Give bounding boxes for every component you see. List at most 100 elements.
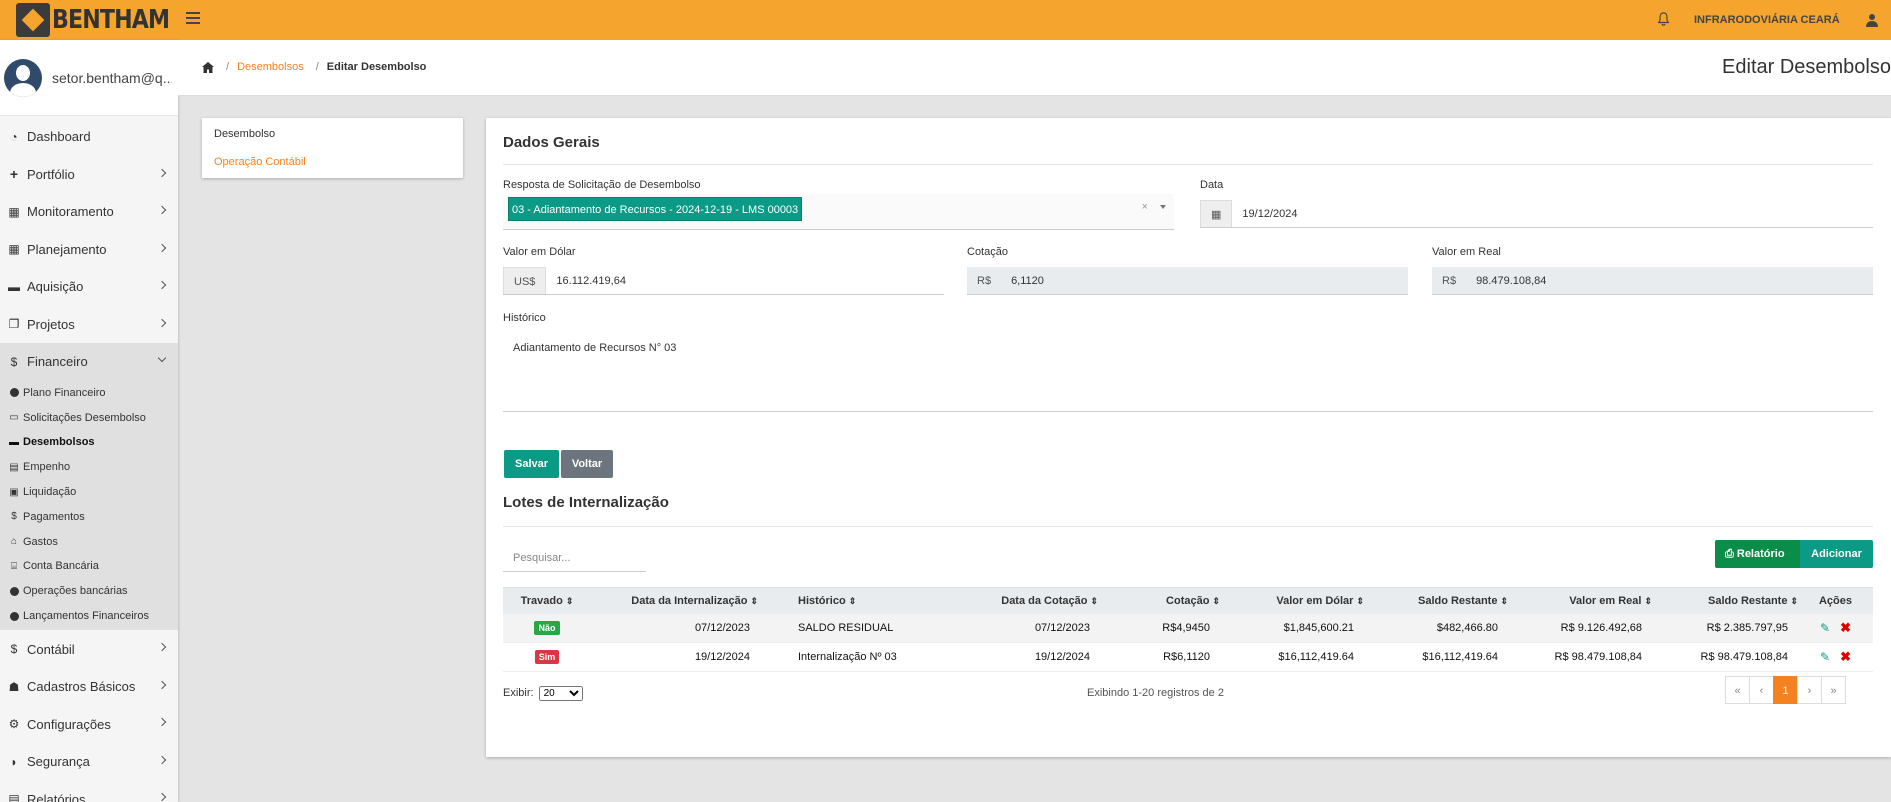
sidebar-subitem-lancamentos[interactable]: Lançamentos Financeiros: [0, 604, 178, 629]
gears-icon: ⚙: [8, 717, 20, 732]
caret-down-icon[interactable]: [1160, 205, 1166, 209]
pagination: « ‹ 1 › »: [1725, 676, 1846, 704]
historico-label: Histórico: [503, 312, 546, 324]
bell-icon[interactable]: [1657, 12, 1670, 26]
chevron-right-icon: [157, 168, 167, 177]
chevron-right-icon: [157, 243, 167, 252]
sidebar-subitem-plano-financeiro[interactable]: Plano Financeiro: [0, 381, 178, 406]
plus-icon: +: [9, 166, 19, 183]
sidebar-subitem-desembolsos[interactable]: ▬ Desembolsos: [0, 430, 178, 455]
sidebar-item-configuracoes[interactable]: ⚙ Configurações: [0, 705, 178, 743]
pager-prev[interactable]: ‹: [1749, 676, 1774, 704]
delete-icon[interactable]: ✖: [1840, 649, 1851, 664]
col-cotacao[interactable]: Cotação ⇕: [1098, 587, 1220, 614]
col-historico[interactable]: Histórico ⇕: [758, 587, 958, 614]
relatorio-button[interactable]: ⎙ Relatório: [1715, 540, 1800, 568]
user-icon[interactable]: [1866, 13, 1878, 27]
sidebar-subitem-gastos[interactable]: ⌂ Gastos: [0, 529, 178, 554]
back-button[interactable]: Voltar: [561, 450, 613, 478]
dollar-icon: $: [11, 511, 17, 523]
status-badge: Não: [534, 620, 560, 635]
cotacao-label: Cotação: [967, 246, 1008, 258]
selected-tag[interactable]: 03 - Adiantamento de Recursos - 2024-12-…: [508, 197, 803, 221]
user-profile[interactable]: setor.bentham@q...: [0, 40, 178, 116]
pager-first[interactable]: «: [1725, 676, 1750, 704]
real-prefix: R$: [1432, 267, 1467, 294]
sidebar-item-financeiro[interactable]: $ Financeiro: [0, 343, 178, 381]
company-name[interactable]: INFRARODOVIÁRIA CEARÁ: [1694, 14, 1840, 26]
edit-icon[interactable]: ✎: [1820, 621, 1830, 635]
page-header: / Desembolsos / Editar Desembolso Editar…: [178, 40, 1891, 96]
cell-data-int: 19/12/2024: [591, 642, 758, 672]
sidebar-subitem-empenho[interactable]: ▤ Empenho: [0, 455, 178, 480]
pager-last[interactable]: »: [1821, 676, 1846, 704]
menu-toggle-icon[interactable]: [186, 12, 200, 24]
save-button[interactable]: Salvar: [504, 450, 559, 478]
data-field[interactable]: ▦ 19/12/2024: [1200, 200, 1873, 228]
col-valor-real[interactable]: Valor em Real ⇕: [1508, 587, 1652, 614]
sidebar-item-cadastros[interactable]: ☗ Cadastros Básicos: [0, 668, 178, 706]
col-data-internalizacao[interactable]: Data da Internalização ⇕: [591, 587, 758, 614]
sidebar-item-seguranca[interactable]: ◗ Segurança: [0, 743, 178, 781]
chevron-down-icon: [157, 353, 167, 363]
clear-icon[interactable]: ×: [1142, 201, 1148, 213]
dolar-field[interactable]: US$ 16.112.419,64: [503, 267, 944, 295]
sidebar-item-aquisicao[interactable]: ▬ Aquisição: [0, 268, 178, 306]
delete-icon[interactable]: ✖: [1840, 620, 1851, 635]
table-header-row: Travado ⇕ Data da Internalização ⇕ Históri…: [503, 587, 1873, 614]
home-icon[interactable]: [202, 61, 214, 73]
col-saldo-usd[interactable]: Saldo Restante ⇕: [1364, 587, 1508, 614]
col-data-cotacao[interactable]: Data da Cotação ⇕: [958, 587, 1098, 614]
add-button[interactable]: Adicionar: [1800, 540, 1873, 568]
money-icon: ▣: [9, 486, 19, 498]
card-icon: ▭: [9, 412, 19, 424]
tab-desembolso[interactable]: Desembolso: [202, 120, 463, 148]
real-value: 98.479.108,84: [1476, 275, 1547, 287]
financeiro-submenu: Plano Financeiro ▭ Solicitações Desembols…: [0, 380, 178, 631]
sidebar-subitem-liquidacao[interactable]: ▣ Liquidação: [0, 480, 178, 505]
col-valor-dolar[interactable]: Valor em Dólar ⇕: [1220, 587, 1364, 614]
page-size-select[interactable]: 20: [538, 686, 583, 701]
calendar-icon: ▦: [8, 242, 20, 257]
sort-icon: ⇕: [848, 595, 857, 606]
chevron-right-icon: [157, 755, 167, 765]
table-row: Não 07/12/2023 SALDO RESIDUAL 07/12/2023…: [503, 613, 1873, 643]
cotacao-field: R$ 6,1120: [967, 267, 1408, 295]
data-label: Data: [1200, 179, 1224, 191]
sidebar-item-contabil[interactable]: $ Contábil: [0, 630, 178, 668]
sidebar-item-planejamento[interactable]: ▦ Planejamento: [0, 231, 178, 269]
dolar-value[interactable]: 16.112.419,64: [546, 267, 944, 294]
cotacao-value: 6,1120: [1011, 275, 1044, 287]
dolar-prefix: US$: [503, 267, 547, 294]
col-travado[interactable]: Travado ⇕: [503, 587, 591, 614]
sort-icon: ⇕: [750, 595, 758, 606]
brand-logo[interactable]: BENTHAM: [16, 2, 190, 38]
cell-historico: SALDO RESIDUAL: [758, 613, 958, 643]
edit-icon[interactable]: ✎: [1820, 650, 1830, 664]
dollar-icon: $: [10, 354, 18, 369]
pager-page-1[interactable]: 1: [1773, 676, 1798, 704]
cell-historico: Internalização Nº 03: [758, 642, 958, 672]
search-input[interactable]: Pesquisar...: [503, 544, 646, 572]
sidebar-subitem-pagamentos[interactable]: $ Pagamentos: [0, 504, 178, 529]
calendar-icon: ▦: [1200, 200, 1233, 227]
breadcrumb-desembolsos[interactable]: Desembolsos: [237, 61, 304, 73]
sort-icon: ⇕: [1212, 595, 1220, 606]
sidebar-item-relatorios[interactable]: ▤ Relatórios: [0, 780, 178, 802]
col-saldo-brl[interactable]: Saldo Restante ⇕: [1652, 587, 1798, 614]
section-title-lotes: Lotes de Internalização: [503, 494, 669, 511]
data-value[interactable]: 19/12/2024: [1232, 200, 1873, 227]
sidebar-item-projetos[interactable]: ❐ Projetos: [0, 306, 178, 344]
sort-icon: ⇕: [1790, 595, 1798, 606]
resposta-select[interactable]: 03 - Adiantamento de Recursos - 2024-12-…: [503, 194, 1174, 230]
status-badge: Sim: [534, 650, 560, 664]
sidebar-item-dashboard[interactable]: ◔ Dashboard: [0, 118, 178, 156]
sidebar-item-portfolio[interactable]: + Portfólio: [0, 156, 178, 194]
tab-operacao-contabil[interactable]: Operação Contábil: [202, 148, 463, 176]
sidebar-subitem-operacoes-bancarias[interactable]: Operações bancárias: [0, 579, 178, 604]
sidebar-subitem-solicitacoes[interactable]: ▭ Solicitações Desembolso: [0, 405, 178, 430]
pager-next[interactable]: ›: [1797, 676, 1822, 704]
sidebar-item-monitoramento[interactable]: ▦ Monitoramento: [0, 193, 178, 231]
historico-textarea[interactable]: Adiantamento de Recursos N° 03: [503, 332, 1873, 412]
sidebar-subitem-conta-bancaria[interactable]: ⌸ Conta Bancária: [0, 554, 178, 579]
